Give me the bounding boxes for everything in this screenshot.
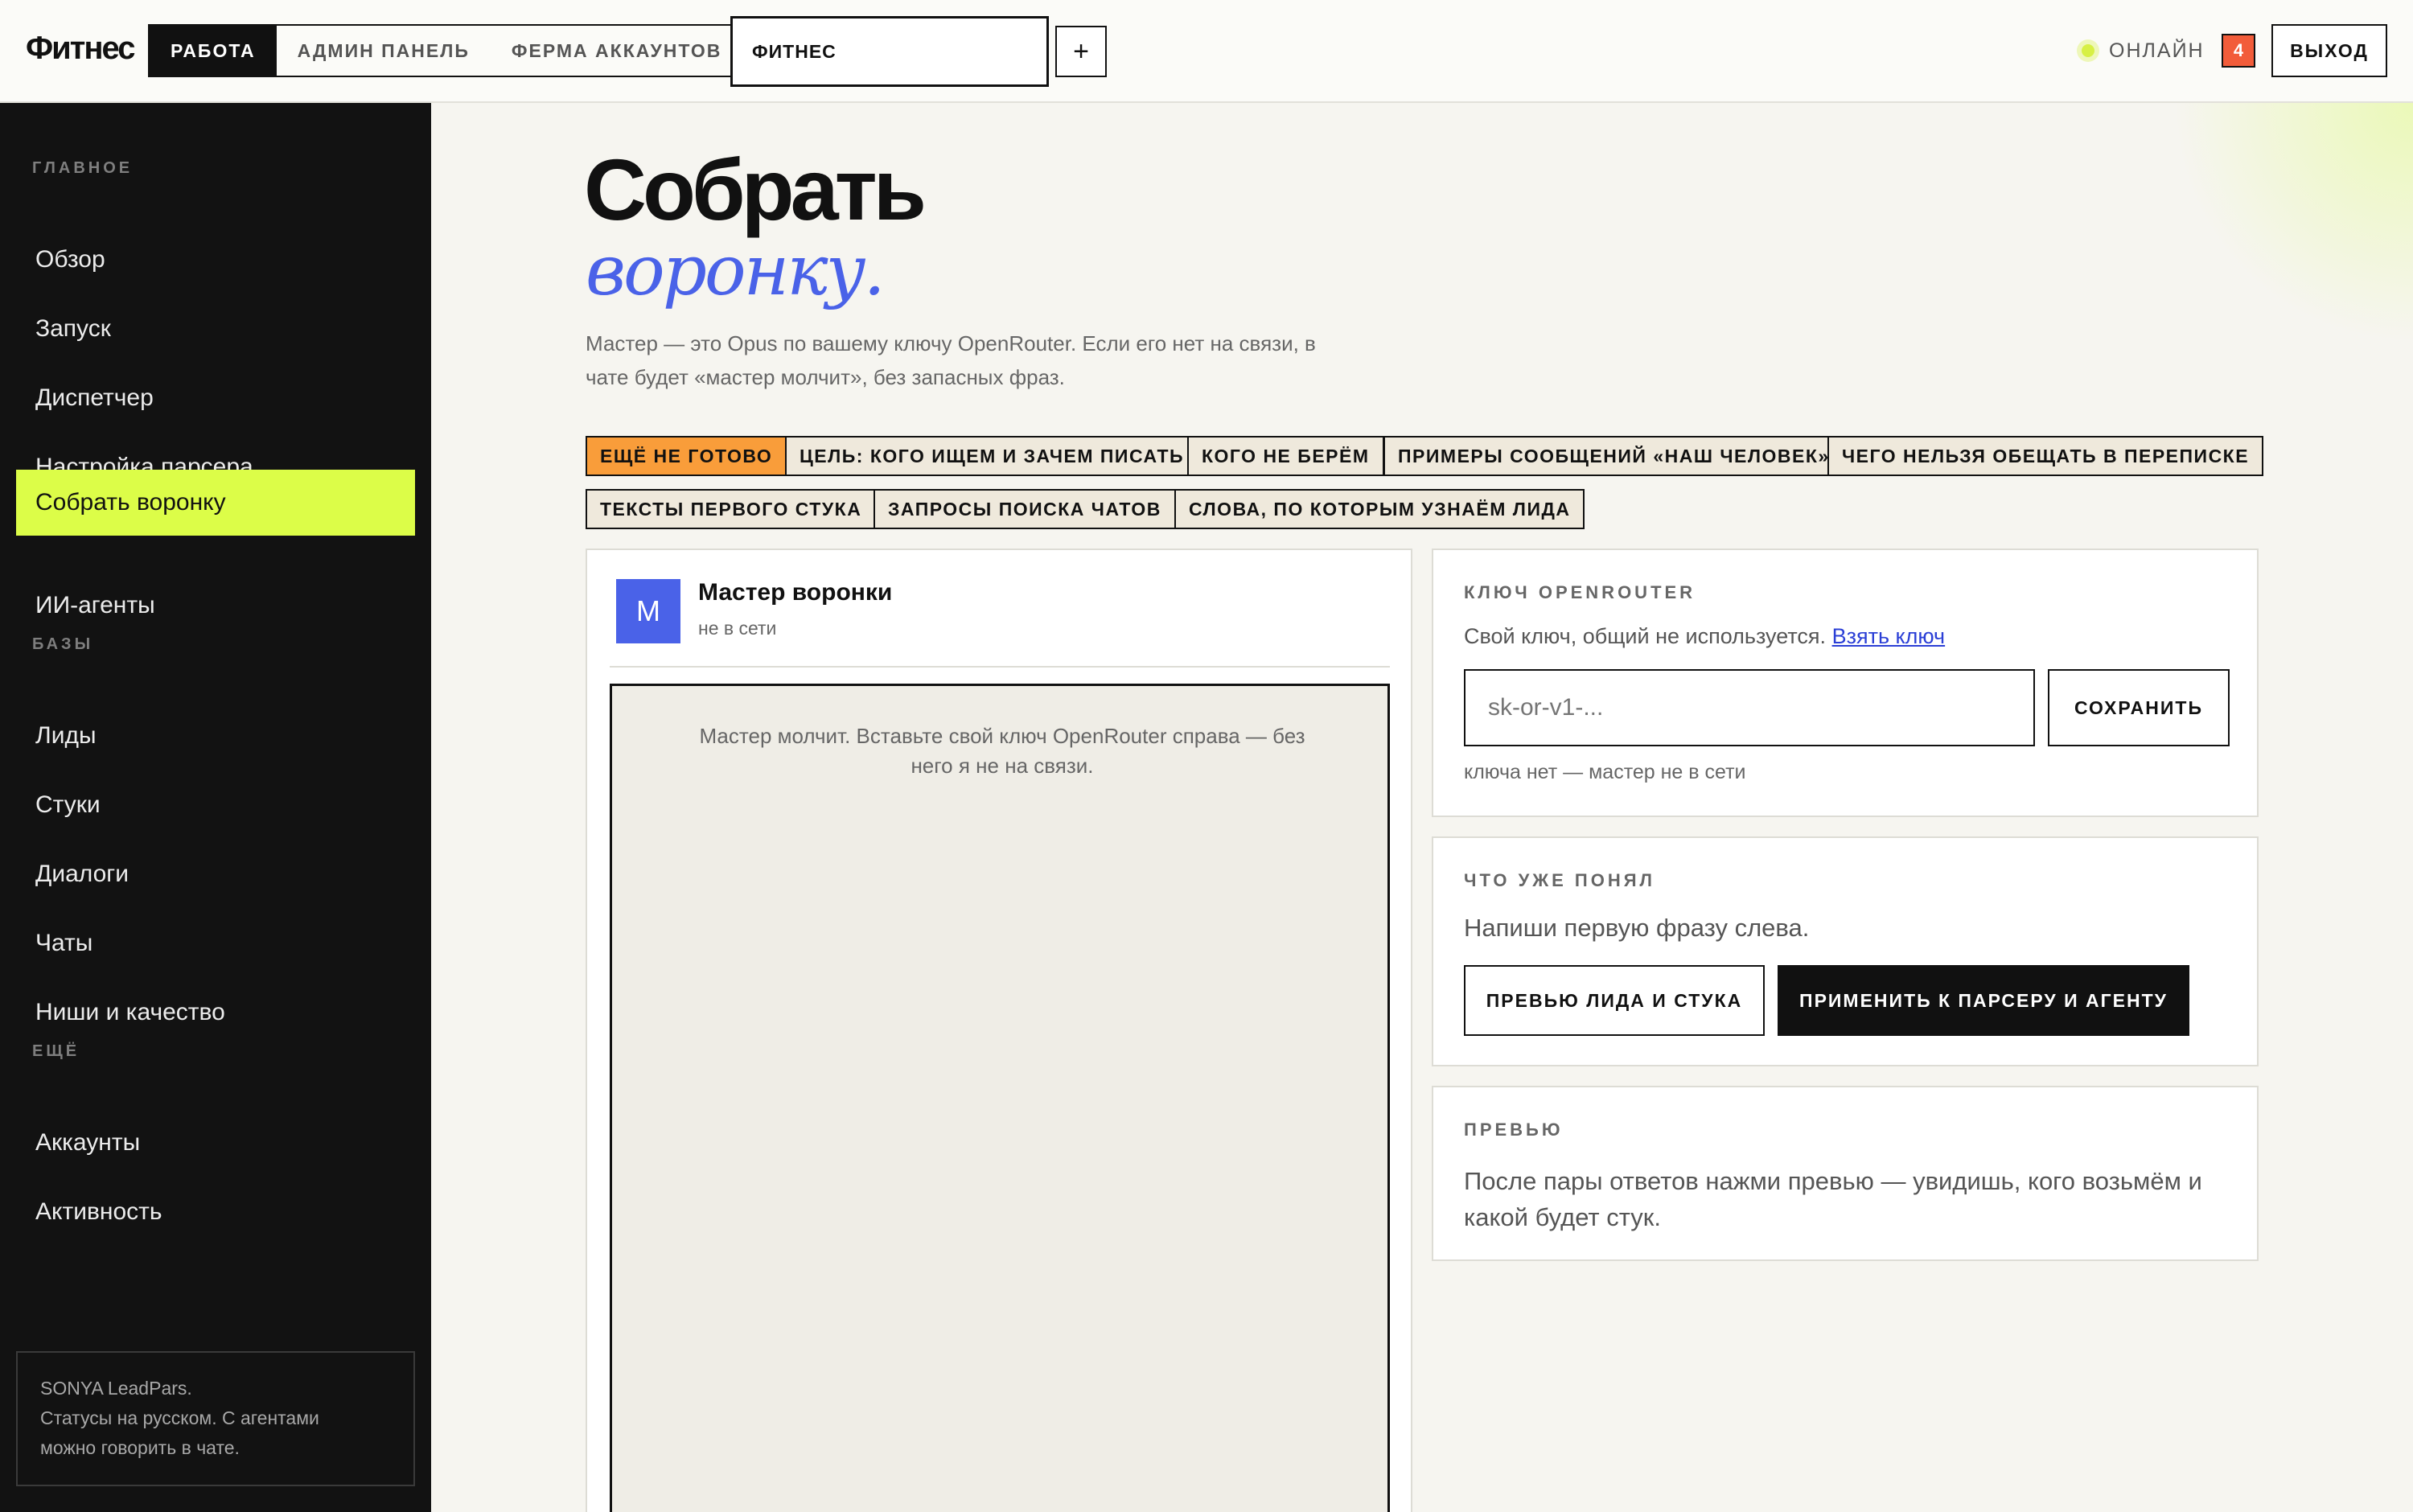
understood-card: ЧТО УЖЕ ПОНЯЛ Напиши первую фразу слева.… xyxy=(1432,836,2259,1066)
sidebar-item-build-funnel[interactable]: Собрать воронку xyxy=(16,470,415,536)
step-chip-examples[interactable]: ПРИМЕРЫ СООБЩЕНИЙ «НАШ ЧЕЛОВЕК» xyxy=(1383,436,1844,476)
note-line: можно говорить в чате. xyxy=(40,1437,240,1458)
preview-lead-button[interactable]: ПРЕВЬЮ ЛИДА И СТУКА xyxy=(1464,965,1765,1036)
chat-agent-status: не в сети xyxy=(698,618,777,639)
tab-accounts-farm[interactable]: ФЕРМА АККАУНТОВ xyxy=(491,26,742,76)
mode-tabs: РАБОТА АДМИН ПАНЕЛЬ ФЕРМА АККАУНТОВ xyxy=(148,24,745,77)
key-hint: Свой ключ, общий не используется. Взять … xyxy=(1464,624,1945,649)
chat-panel: М Мастер воронки не в сети Мастер молчит… xyxy=(586,549,1412,1512)
step-chip-not-ready[interactable]: ЕЩЁ НЕ ГОТОВО xyxy=(586,436,787,476)
sidebar-item-overview[interactable]: Обзор xyxy=(16,227,415,293)
chat-divider xyxy=(610,666,1390,668)
sidebar-item-knocks[interactable]: Стуки xyxy=(16,772,415,838)
note-line: SONYA LeadPars. xyxy=(40,1378,192,1399)
apply-to-parser-button[interactable]: ПРИМЕНИТЬ К ПАРСЕРУ И АГЕНТУ xyxy=(1778,965,2189,1036)
key-status: ключа нет — мастер не в сети xyxy=(1464,761,1746,783)
step-chip-first-knock-texts[interactable]: ТЕКСТЫ ПЕРВОГО СТУКА xyxy=(586,489,877,529)
sidebar-item-launch[interactable]: Запуск xyxy=(16,296,415,362)
chat-messages-area[interactable]: Мастер молчит. Вставьте свой ключ OpenRo… xyxy=(610,684,1390,1512)
step-chip-chat-search-queries[interactable]: ЗАПРОСЫ ПОИСКА ЧАТОВ xyxy=(874,489,1176,529)
understood-text: Напиши первую фразу слева. xyxy=(1464,914,1810,942)
sidebar-section-more: ЕЩЁ xyxy=(32,1042,80,1060)
avatar: М xyxy=(616,579,680,643)
card-label: ПРЕВЬЮ xyxy=(1464,1120,1564,1140)
project-selector[interactable]: ФИТНЕС xyxy=(730,16,1049,87)
sidebar-item-activity[interactable]: Активность xyxy=(16,1179,415,1245)
preview-text: После пары ответов нажми превью — увидиш… xyxy=(1464,1167,2202,1231)
page-description: Мастер — это Opus по вашему ключу OpenRo… xyxy=(586,331,1316,389)
tab-admin-panel[interactable]: АДМИН ПАНЕЛЬ xyxy=(277,26,491,76)
step-chip-excluded[interactable]: КОГО НЕ БЕРЁМ xyxy=(1187,436,1384,476)
page-title-accent: воронку. xyxy=(586,231,886,311)
sidebar-item-dialogs[interactable]: Диалоги xyxy=(16,841,415,907)
preview-card: ПРЕВЬЮ После пары ответов нажми превью —… xyxy=(1432,1086,2259,1261)
card-label: ЧТО УЖЕ ПОНЯЛ xyxy=(1464,870,1655,890)
chat-agent-name: Мастер воронки xyxy=(698,579,893,606)
online-status: ОНЛАЙН xyxy=(2082,37,2205,64)
online-dot-icon xyxy=(2082,44,2094,57)
top-bar: Фитнес РАБОТА АДМИН ПАНЕЛЬ ФЕРМА АККАУНТ… xyxy=(0,0,2413,103)
online-label: ОНЛАЙН xyxy=(2109,39,2205,62)
sidebar-section-main: ГЛАВНОЕ xyxy=(32,159,134,177)
api-key-input[interactable] xyxy=(1464,669,2035,746)
tab-work[interactable]: РАБОТА xyxy=(150,26,277,76)
sidebar-section-bases: БАЗЫ xyxy=(32,635,94,653)
card-label: КЛЮЧ OPENROUTER xyxy=(1464,582,1696,602)
sidebar-item-niches-quality[interactable]: Ниши и качество xyxy=(16,980,415,1046)
sidebar-info-note: SONYA LeadPars. Статусы на русском. С аг… xyxy=(16,1351,415,1486)
add-project-button[interactable]: + xyxy=(1055,26,1107,77)
get-key-link[interactable]: Взять ключ xyxy=(1832,624,1946,648)
step-chip-forbidden-promises[interactable]: ЧЕГО НЕЛЬЗЯ ОБЕЩАТЬ В ПЕРЕПИСКЕ xyxy=(1827,436,2264,476)
sidebar: ГЛАВНОЕ Обзор Запуск Диспетчер Настройка… xyxy=(0,103,431,1512)
notification-badge[interactable]: 4 xyxy=(2222,34,2255,68)
sidebar-item-dispatcher[interactable]: Диспетчер xyxy=(16,365,415,431)
background-glow xyxy=(2172,103,2413,344)
sidebar-item-ai-agents[interactable]: ИИ-агенты xyxy=(16,573,415,639)
chat-empty-message: Мастер молчит. Вставьте свой ключ OpenRo… xyxy=(699,724,1305,778)
sidebar-item-leads[interactable]: Лиды xyxy=(16,703,415,769)
sidebar-item-accounts[interactable]: Аккаунты xyxy=(16,1110,415,1176)
app-logo[interactable]: Фитнес xyxy=(26,31,135,67)
key-hint-text: Свой ключ, общий не используется. xyxy=(1464,624,1827,648)
step-chip-lead-keywords[interactable]: СЛОВА, ПО КОТОРЫМ УЗНАЁМ ЛИДА xyxy=(1174,489,1585,529)
sidebar-item-chats[interactable]: Чаты xyxy=(16,910,415,976)
save-key-button[interactable]: СОХРАНИТЬ xyxy=(2048,669,2230,746)
openrouter-key-card: КЛЮЧ OPENROUTER Свой ключ, общий не испо… xyxy=(1432,549,2259,817)
logout-button[interactable]: ВЫХОД xyxy=(2271,24,2387,77)
note-line: Статусы на русском. С агентами xyxy=(40,1407,319,1428)
step-chip-goal[interactable]: ЦЕЛЬ: КОГО ИЩЕМ И ЗАЧЕМ ПИСАТЬ xyxy=(785,436,1199,476)
page-title: Собрать xyxy=(584,141,927,238)
